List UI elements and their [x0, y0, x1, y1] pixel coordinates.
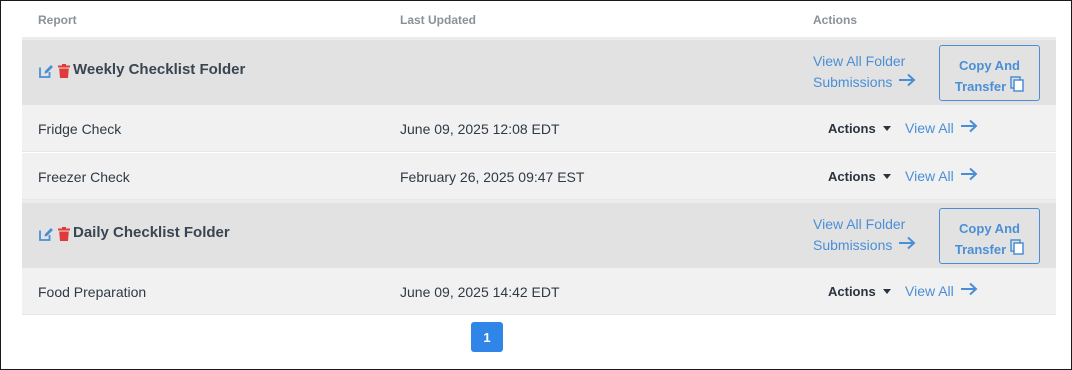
caret-down-icon — [882, 174, 891, 179]
column-header-report: Report — [38, 13, 77, 27]
column-header-actions: Actions — [813, 13, 858, 27]
table-row: Freezer Check February 26, 2025 09:47 ES… — [22, 153, 1056, 200]
view-all-label: View All — [905, 167, 954, 184]
actions-dropdown[interactable]: Actions — [828, 284, 891, 299]
table-row: Fridge Check June 09, 2025 12:08 EDT Act… — [22, 105, 1056, 152]
actions-dropdown-label: Actions — [828, 169, 876, 184]
arrow-right-icon — [898, 72, 916, 93]
view-all-link[interactable]: View All — [905, 282, 978, 299]
copy-and-transfer-button[interactable]: Copy And Transfer — [939, 45, 1040, 101]
view-all-label: View All — [905, 119, 954, 136]
view-all-folder-submissions-link[interactable]: View All Folder Submissions — [813, 214, 916, 256]
view-all-folder-submissions-link[interactable]: View All Folder Submissions — [813, 51, 916, 93]
view-folder-line1: View All Folder — [813, 216, 906, 232]
report-name: Food Preparation — [38, 284, 147, 300]
caret-down-icon — [882, 126, 891, 131]
caret-down-icon — [882, 289, 891, 294]
actions-dropdown[interactable]: Actions — [828, 121, 891, 136]
trash-icon[interactable] — [56, 226, 72, 242]
actions-dropdown[interactable]: Actions — [828, 169, 891, 184]
table-header: Report Last Updated Actions — [22, 1, 1056, 37]
pagination-page-button[interactable]: 1 — [471, 322, 503, 352]
actions-dropdown-label: Actions — [828, 121, 876, 136]
copy-button-line1: Copy And — [959, 57, 1020, 73]
last-updated-date: June 09, 2025 14:42 EDT — [400, 284, 560, 300]
last-updated-date: June 09, 2025 12:08 EDT — [400, 121, 560, 137]
report-name: Fridge Check — [38, 121, 122, 137]
view-folder-line2: Submissions — [813, 74, 893, 90]
folder-title: Weekly Checklist Folder — [73, 61, 246, 78]
copy-button-line2: Transfer — [954, 78, 1007, 94]
column-header-last-updated: Last Updated — [400, 13, 477, 27]
view-all-label: View All — [905, 282, 954, 299]
folder-title: Daily Checklist Folder — [73, 224, 230, 241]
copy-button-line1: Copy And — [959, 220, 1020, 236]
arrow-right-icon — [960, 282, 978, 299]
view-folder-line1: View All Folder — [813, 53, 906, 69]
copy-and-transfer-button[interactable]: Copy And Transfer — [939, 208, 1040, 264]
copy-button-line2: Transfer — [954, 241, 1007, 257]
folder-row-daily-checklist: Daily Checklist Folder View All Folder S… — [22, 200, 1056, 268]
last-updated-date: February 26, 2025 09:47 EST — [400, 169, 585, 185]
copy-icon — [1006, 75, 1024, 98]
actions-dropdown-label: Actions — [828, 284, 876, 299]
arrow-right-icon — [960, 119, 978, 136]
folder-icon-group — [38, 226, 72, 242]
edit-icon[interactable] — [38, 226, 54, 242]
copy-icon — [1006, 238, 1024, 261]
table-row: Food Preparation June 09, 2025 14:42 EDT… — [22, 268, 1056, 315]
folder-icon-group — [38, 63, 72, 79]
folder-row-weekly-checklist: Weekly Checklist Folder View All Folder … — [22, 37, 1056, 105]
arrow-right-icon — [898, 235, 916, 256]
edit-icon[interactable] — [38, 63, 54, 79]
view-folder-line2: Submissions — [813, 237, 893, 253]
report-name: Freezer Check — [38, 169, 130, 185]
view-all-link[interactable]: View All — [905, 119, 978, 136]
trash-icon[interactable] — [56, 63, 72, 79]
arrow-right-icon — [960, 167, 978, 184]
view-all-link[interactable]: View All — [905, 167, 978, 184]
report-table-panel: Report Last Updated Actions Weekly Check… — [0, 0, 1072, 370]
